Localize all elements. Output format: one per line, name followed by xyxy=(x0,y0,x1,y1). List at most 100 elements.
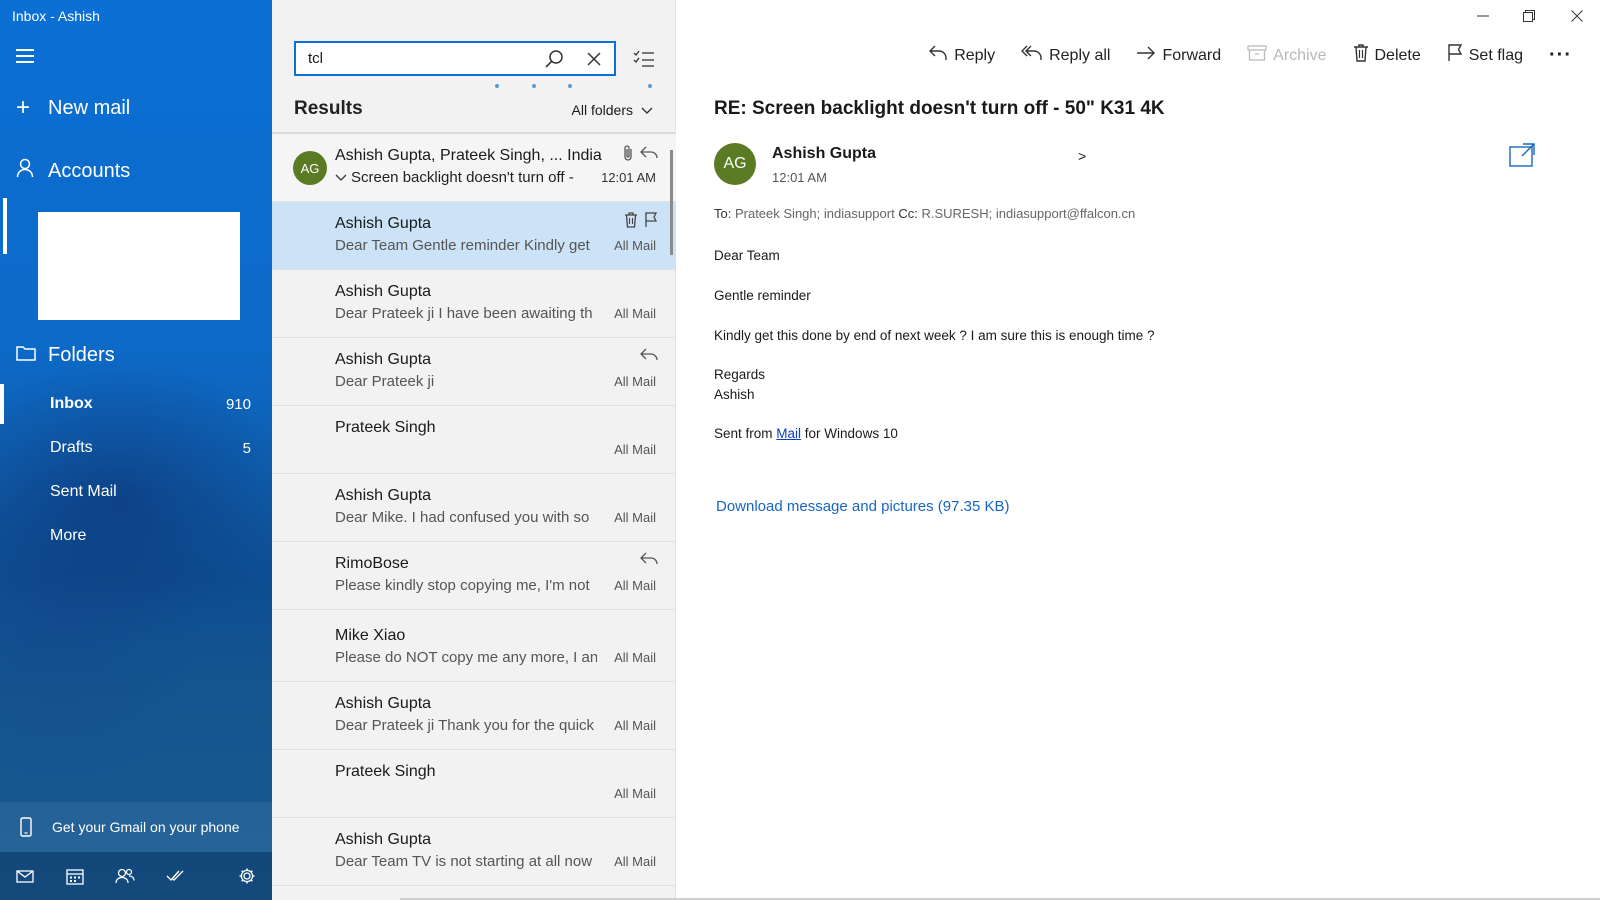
cc-recipients[interactable]: R.SURESH; indiasupport@ffalcon.cn xyxy=(921,206,1135,221)
row-icons xyxy=(640,348,658,367)
todo-icon[interactable] xyxy=(150,852,200,900)
message-preview: Please kindly stop copying me, I'm not xyxy=(335,577,590,594)
avatar: AG xyxy=(293,151,327,185)
message-folder: All Mail xyxy=(614,442,656,457)
folders-label: Folders xyxy=(48,344,115,366)
download-message-link[interactable]: Download message and pictures (97.35 KB) xyxy=(716,498,1010,515)
settings-gear-icon[interactable] xyxy=(222,852,272,900)
forward-arrow-icon xyxy=(1136,45,1156,66)
folders-button[interactable]: Folders xyxy=(16,344,115,367)
expand-chevron-icon[interactable] xyxy=(335,169,347,186)
message-row[interactable]: Ashish Gupta Dear Prateek ji All Mail xyxy=(272,338,676,406)
conversation-row[interactable]: AG Ashish Gupta, Prateek Singh, ... Indi… xyxy=(272,134,676,202)
body-line: Kindly get this done by end of next week… xyxy=(714,328,1155,343)
expand-details-chevron-icon[interactable]: > xyxy=(1078,148,1086,164)
row-icons xyxy=(622,144,658,167)
mail-icon[interactable] xyxy=(0,852,50,900)
message-row[interactable]: Ashish Gupta Dear Mike. I had confused y… xyxy=(272,474,676,542)
phone-icon xyxy=(0,817,52,837)
set-flag-button[interactable]: Set flag xyxy=(1447,44,1523,67)
minimize-icon[interactable] xyxy=(1460,0,1506,32)
restore-icon[interactable] xyxy=(1506,0,1552,32)
account-card[interactable] xyxy=(38,212,240,320)
message-sender: Ashish Gupta xyxy=(335,215,432,232)
replied-arrow-icon xyxy=(640,348,658,367)
account-selection-bar xyxy=(3,198,7,254)
body-line: Gentle reminder xyxy=(714,288,811,303)
results-heading: Results xyxy=(294,98,363,119)
reply-button[interactable]: Reply xyxy=(928,44,995,67)
message-sender: Ashish Gupta xyxy=(335,283,432,300)
delete-button[interactable]: Delete xyxy=(1353,44,1421,67)
message-sender: Ashish Gupta xyxy=(335,351,432,368)
close-icon[interactable] xyxy=(1554,0,1600,32)
body-greeting: Dear Team xyxy=(714,248,780,263)
message-row[interactable]: Prateek Singh All Mail xyxy=(272,750,676,818)
sender-name[interactable]: Ashish Gupta xyxy=(772,145,876,163)
body-regards: Regards xyxy=(714,367,766,382)
folder-count: 5 xyxy=(242,439,251,457)
folder-name: Drafts xyxy=(50,439,93,456)
loading-dot xyxy=(495,84,499,88)
message-folder: All Mail xyxy=(614,510,656,525)
search-input[interactable]: tcl xyxy=(296,50,534,67)
reply-all-button[interactable]: Reply all xyxy=(1021,44,1110,67)
trash-icon xyxy=(1353,44,1369,67)
hamburger-menu-icon[interactable] xyxy=(16,49,34,63)
forward-button[interactable]: Forward xyxy=(1136,45,1221,66)
message-sender: Ashish Gupta xyxy=(335,695,432,712)
archive-label: Archive xyxy=(1273,46,1327,64)
message-row[interactable]: Ashish Gupta Dear Prateek ji Thank you f… xyxy=(272,682,676,750)
accounts-button[interactable]: Accounts xyxy=(16,158,130,184)
message-folder: All Mail xyxy=(614,650,656,665)
folder-item-sent-mail[interactable]: Sent Mail xyxy=(0,472,272,512)
calendar-icon[interactable] xyxy=(50,852,100,900)
message-sender: Prateek Singh xyxy=(335,763,436,780)
folder-scope-label: All folders xyxy=(571,102,633,118)
message-row[interactable]: Ashish Gupta Dear Team Gentle reminder K… xyxy=(272,202,676,270)
folder-scope-dropdown[interactable]: All folders xyxy=(572,102,653,118)
folder-name: Sent Mail xyxy=(50,483,117,500)
message-sender: Prateek Singh xyxy=(335,419,436,436)
message-row[interactable]: Mike Xiao Please do NOT copy me any more… xyxy=(272,614,676,682)
message-row[interactable]: Prateek Singh All Mail xyxy=(272,406,676,474)
message-sender: Mike Xiao xyxy=(335,627,406,644)
people-icon[interactable] xyxy=(100,852,150,900)
open-in-new-window-icon[interactable] xyxy=(1509,143,1535,167)
chevron-down-icon xyxy=(641,102,653,118)
message-row[interactable]: Ashish Gupta Dear Team TV is not startin… xyxy=(272,818,676,886)
to-label: To: xyxy=(714,206,732,221)
message-sender: Ashish Gupta xyxy=(335,831,432,848)
folder-item-drafts[interactable]: Drafts 5 xyxy=(0,428,272,468)
mail-app-link[interactable]: Mail xyxy=(776,426,801,441)
delete-label: Delete xyxy=(1374,46,1421,64)
folder-item-more[interactable]: More xyxy=(0,516,272,556)
message-list-pane: tcl Results All folders AG Ashish Gupta,… xyxy=(272,0,676,900)
recipients-line: To: Prateek Singh; indiasupport Cc: R.SU… xyxy=(714,206,1135,221)
message-preview: Please do NOT copy me any more, I an xyxy=(335,649,597,666)
sent-from-prefix: Sent from xyxy=(714,426,777,441)
search-icon[interactable] xyxy=(534,43,574,74)
archive-button[interactable]: Archive xyxy=(1247,45,1327,66)
replied-arrow-icon xyxy=(640,552,658,571)
set-flag-label: Set flag xyxy=(1468,46,1524,64)
new-mail-button[interactable]: + New mail xyxy=(16,96,130,120)
message-folder: All Mail xyxy=(614,238,656,253)
clear-search-close-icon[interactable] xyxy=(574,43,614,74)
to-recipients[interactable]: Prateek Singh; indiasupport xyxy=(735,206,895,221)
folder-item-inbox[interactable]: Inbox 910 xyxy=(0,384,272,424)
delete-trash-icon[interactable] xyxy=(624,212,638,233)
more-actions-button[interactable]: ··· xyxy=(1549,44,1572,67)
message-folder: All Mail xyxy=(614,374,656,389)
more-ellipsis-icon: ··· xyxy=(1549,44,1572,66)
folder-count: 910 xyxy=(225,395,251,413)
sender-avatar: AG xyxy=(714,143,756,185)
message-row[interactable]: RimoBose Please kindly stop copying me, … xyxy=(272,542,676,610)
list-scrollbar[interactable] xyxy=(670,150,673,255)
gmail-promo-button[interactable]: Get your Gmail on your phone xyxy=(0,802,272,852)
message-preview: Screen backlight doesn't turn off - xyxy=(335,169,595,186)
message-row[interactable]: Ashish Gupta Dear Prateek ji I have been… xyxy=(272,270,676,338)
search-box[interactable]: tcl xyxy=(294,41,616,76)
flag-icon[interactable] xyxy=(644,212,658,233)
selection-mode-icon[interactable] xyxy=(630,46,658,72)
